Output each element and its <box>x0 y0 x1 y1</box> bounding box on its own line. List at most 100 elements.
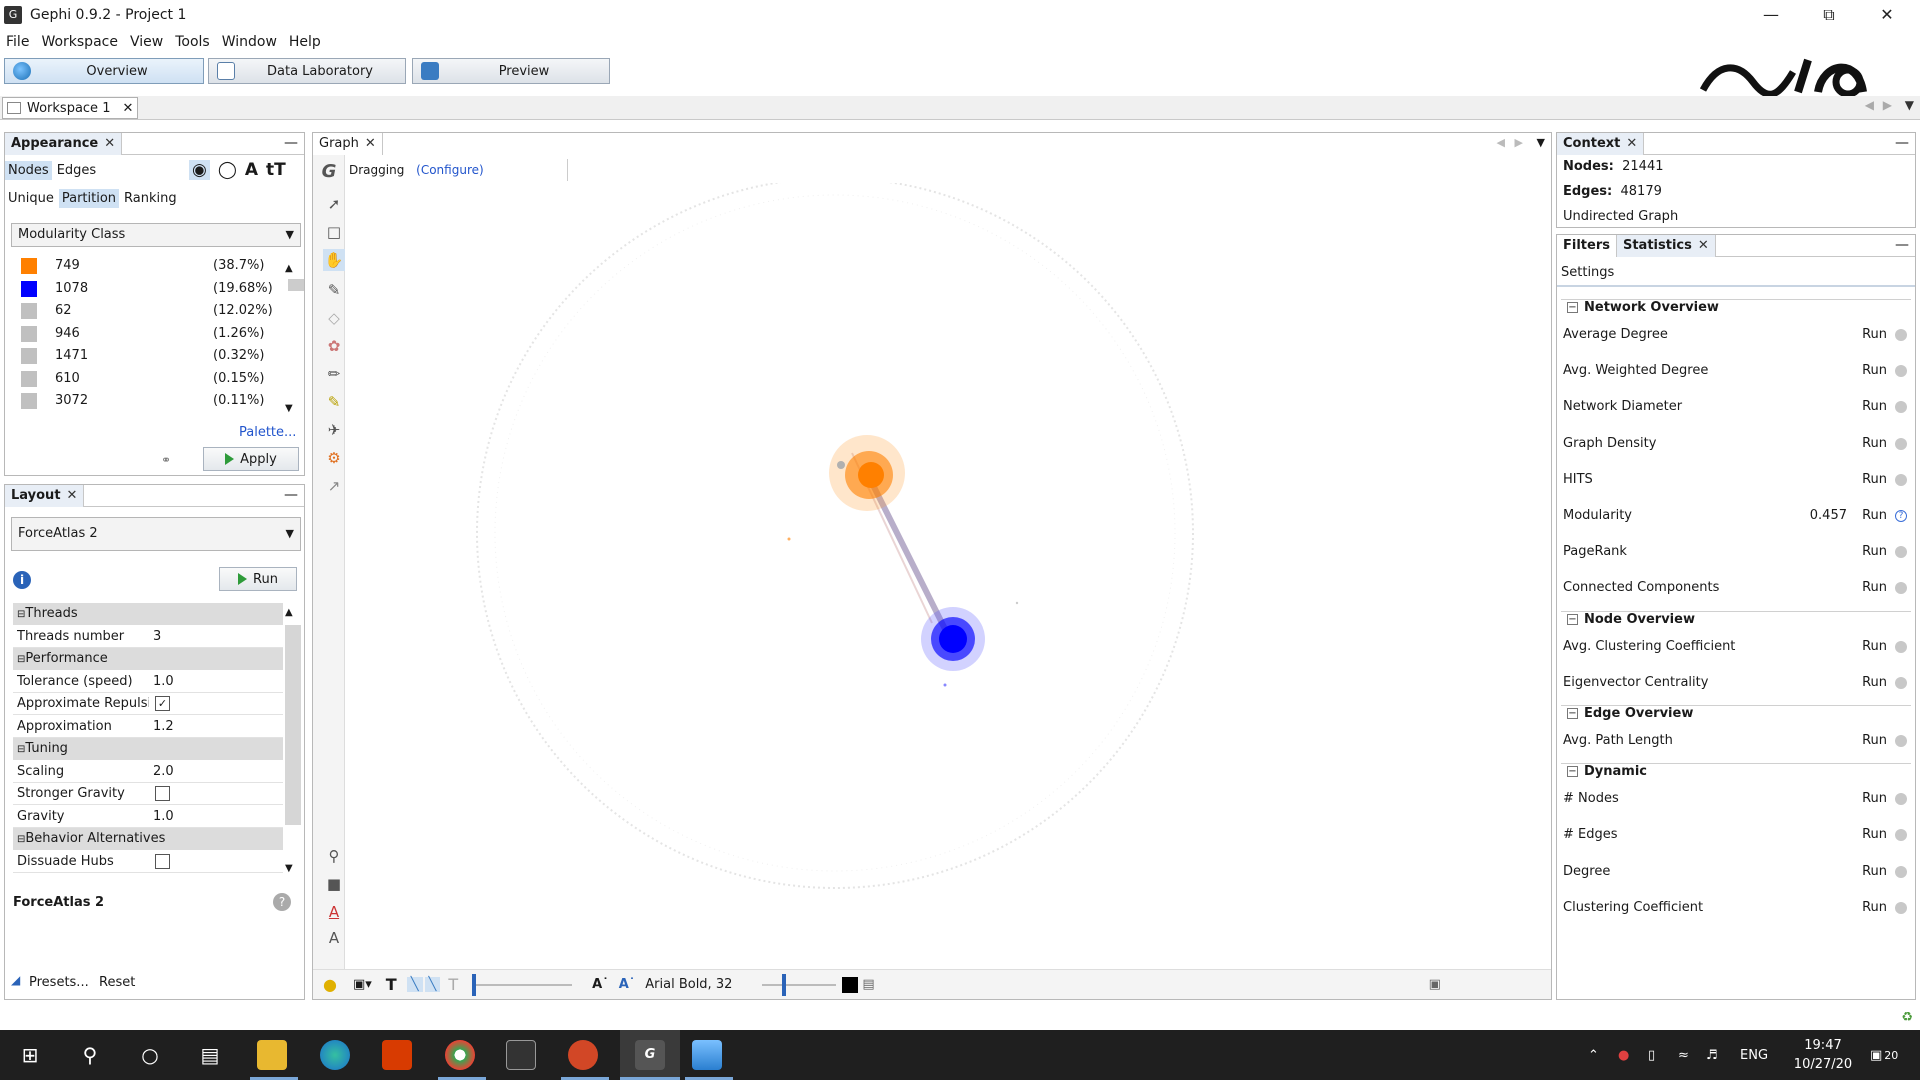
report-info-icon[interactable]: ? <box>1895 510 1907 522</box>
run-layout-button[interactable]: Run <box>219 567 297 591</box>
partition-color-swatch[interactable] <box>21 280 37 297</box>
property-row[interactable]: Dissuade Hubs <box>13 851 283 873</box>
edge-color-icon[interactable]: ╲ <box>424 977 441 992</box>
run-statistic-button[interactable]: Run <box>1862 827 1887 842</box>
partition-row[interactable]: 1078 (19.68%) <box>11 278 281 300</box>
minimize-panel-icon[interactable]: — <box>284 487 298 503</box>
collapse-icon[interactable]: − <box>1567 613 1578 625</box>
terminal-icon[interactable] <box>506 1040 536 1070</box>
partition-color-swatch[interactable] <box>21 370 37 387</box>
run-statistic-button[interactable]: Run <box>1862 900 1887 915</box>
diamond-icon[interactable]: ◇ <box>323 307 345 329</box>
task-view-icon[interactable]: ▤ <box>182 1030 238 1080</box>
property-row[interactable]: Approximate Repulsion ✓ <box>13 693 283 715</box>
run-statistic-button[interactable]: Run <box>1862 508 1887 523</box>
property-checkbox[interactable]: ✓ <box>155 696 170 711</box>
partition-row[interactable]: 749 (38.7%) <box>11 255 281 277</box>
property-value[interactable]: 1.0 <box>153 809 174 824</box>
minimize-panel-icon[interactable]: — <box>1895 237 1909 253</box>
partition-row[interactable]: 62 (12.02%) <box>11 300 281 322</box>
scroll-down-icon[interactable]: ▼ <box>285 863 293 874</box>
property-row[interactable]: Approximation 1.2 <box>13 716 283 738</box>
layout-algorithm-select[interactable]: ForceAtlas 2 ▼ <box>11 517 301 551</box>
minimize-button[interactable]: — <box>1742 0 1800 30</box>
property-row[interactable]: Threads number 3 <box>13 626 283 648</box>
wifi-icon[interactable]: ≈ <box>1678 1030 1689 1080</box>
office-icon[interactable] <box>382 1040 412 1070</box>
font-size-decrease-icon[interactable]: A˙ <box>592 977 609 992</box>
close-icon[interactable]: ✕ <box>104 133 115 155</box>
edge-labels-icon[interactable]: T <box>448 975 458 994</box>
close-workspace-icon[interactable]: ✕ <box>122 101 133 116</box>
partition-color-swatch[interactable] <box>21 303 37 319</box>
font-icon[interactable]: A <box>323 927 345 949</box>
collapse-icon[interactable]: − <box>1567 766 1578 778</box>
run-statistic-button[interactable]: Run <box>1862 472 1887 487</box>
painter-icon[interactable]: ✎ <box>323 279 345 301</box>
run-statistic-button[interactable]: Run <box>1862 363 1887 378</box>
preview-tab[interactable]: Preview <box>412 58 610 84</box>
overview-tab[interactable]: Overview <box>4 58 204 84</box>
run-statistic-button[interactable]: Run <box>1862 733 1887 748</box>
partition-color-swatch[interactable] <box>21 325 37 342</box>
partition-row[interactable]: 610 (0.15%) <box>11 368 281 390</box>
property-value[interactable]: 1.2 <box>153 719 174 734</box>
help-icon[interactable]: ? <box>273 893 291 911</box>
file-explorer-icon[interactable] <box>257 1040 287 1070</box>
property-row[interactable]: Stronger Gravity <box>13 783 283 805</box>
clock[interactable]: 19:47 10/27/20 <box>1788 1036 1858 1074</box>
minimize-panel-icon[interactable]: — <box>284 135 298 151</box>
partition-color-swatch[interactable] <box>21 258 37 274</box>
scroll-up-icon[interactable]: ▲ <box>285 607 293 618</box>
minimize-panel-icon[interactable]: — <box>1895 135 1909 151</box>
data-laboratory-tab[interactable]: Data Laboratory <box>208 58 406 84</box>
collapse-icon[interactable]: − <box>1567 708 1578 719</box>
run-statistic-button[interactable]: Run <box>1862 436 1887 451</box>
graph-canvas[interactable] <box>347 183 1547 963</box>
edges-tab[interactable]: Edges <box>54 161 100 180</box>
property-checkbox[interactable] <box>155 786 170 801</box>
antivirus-icon[interactable]: ● <box>1618 1030 1629 1080</box>
scrollbar-thumb[interactable] <box>288 279 304 291</box>
unique-tab[interactable]: Unique <box>5 189 57 208</box>
menu-workspace[interactable]: Workspace <box>35 34 124 50</box>
gephi-taskbar-item[interactable]: G <box>620 1030 680 1080</box>
run-statistic-button[interactable]: Run <box>1862 639 1887 654</box>
search-icon[interactable]: ⚲ <box>62 1030 118 1080</box>
restore-button[interactable]: ⧉ <box>1800 0 1858 30</box>
label-size-icon[interactable]: tT <box>266 160 286 180</box>
scroll-right-icon[interactable]: ▶ <box>1883 98 1892 112</box>
property-row[interactable]: Scaling 2.0 <box>13 761 283 783</box>
screenshot-icon[interactable]: ▣▾ <box>353 977 372 992</box>
partition-row[interactable]: 3072 (0.11%) <box>11 390 281 412</box>
cortana-icon[interactable]: ○ <box>122 1030 178 1080</box>
powerpoint-icon[interactable] <box>568 1040 598 1070</box>
heat-map-icon[interactable]: ✿ <box>323 335 345 357</box>
filters-tab[interactable]: Filters <box>1557 234 1617 257</box>
partition-color-swatch[interactable] <box>21 348 37 364</box>
property-value[interactable]: 3 <box>153 629 161 644</box>
ranking-tab[interactable]: Ranking <box>121 189 180 208</box>
workspace-tab[interactable]: Workspace 1 ✕ <box>2 97 138 119</box>
notifications-icon[interactable]: ▣ 20 <box>1870 1030 1898 1080</box>
property-value[interactable]: 1.0 <box>153 674 174 689</box>
menu-help[interactable]: Help <box>283 34 327 50</box>
edge-pencil-icon[interactable]: ✎ <box>323 391 345 413</box>
info-icon[interactable]: i <box>13 571 31 589</box>
property-checkbox[interactable] <box>155 853 170 869</box>
run-statistic-button[interactable]: Run <box>1862 544 1887 559</box>
pencil-icon[interactable]: ✏ <box>323 363 345 385</box>
run-statistic-button[interactable]: Run <box>1862 791 1887 806</box>
attributes-icon[interactable]: ▤ <box>862 977 874 992</box>
color-palette-icon[interactable]: ◉ <box>189 160 210 180</box>
appearance-tab[interactable]: Appearance ✕ <box>5 132 123 155</box>
label-color-icon[interactable]: A <box>245 160 258 180</box>
language-indicator[interactable]: ENG <box>1740 1030 1768 1080</box>
partition-row[interactable]: 946 (1.26%) <box>11 323 281 345</box>
font-color-icon[interactable]: A <box>323 901 345 923</box>
property-category[interactable]: ⊟Behavior Alternatives <box>13 828 283 850</box>
battery-icon[interactable]: ▯ <box>1648 1030 1655 1080</box>
tab-list-icon[interactable]: ▼ <box>1537 136 1545 149</box>
volume-icon[interactable]: ♬ <box>1706 1030 1718 1080</box>
font-size-increase-icon[interactable]: A˙ <box>619 977 636 992</box>
